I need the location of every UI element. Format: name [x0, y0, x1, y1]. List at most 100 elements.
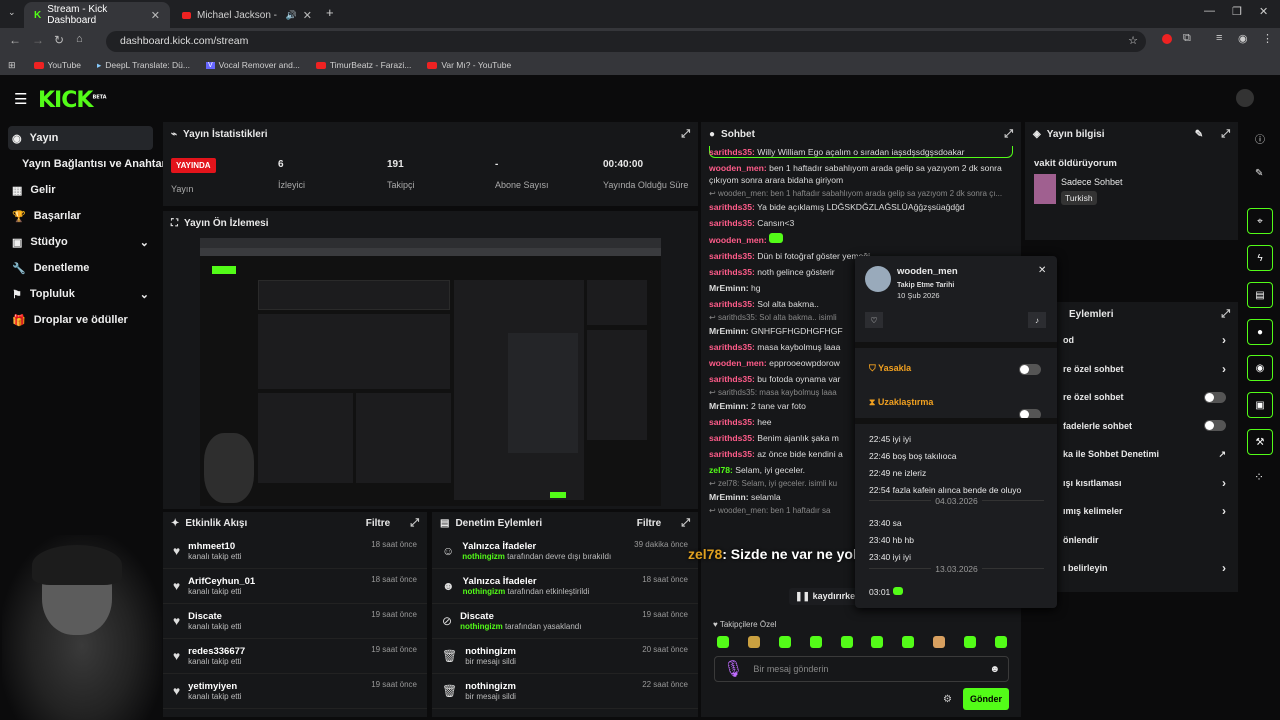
apps-dots-icon[interactable]: ⁘	[1254, 470, 1264, 484]
bookmark-vocal-remover[interactable]: V Vocal Remover and...	[205, 60, 300, 70]
minimize-icon[interactable]: —	[1204, 5, 1215, 17]
activity-username[interactable]: redes336677	[188, 646, 245, 657]
popout-icon[interactable]: ⤢	[1221, 128, 1230, 141]
chat-message[interactable]: sarithds35: Ya bide açıklamış LDĞSKDĞZLA…	[701, 199, 1021, 215]
profile-icon[interactable]: ◉	[1238, 32, 1248, 45]
activity-item[interactable]: ♥ yetimyiyen kanalı takip etti 19 saat ön…	[163, 674, 427, 709]
close-tab-icon[interactable]: ✕	[151, 9, 160, 22]
activity-item[interactable]: ♥ mhmeet10 kanalı takip etti 18 saat önce	[163, 534, 427, 569]
chat-message[interactable]: wooden_men:	[701, 231, 1021, 248]
chat-paused-indicator[interactable]: ❚❚ kaydırırke	[789, 588, 862, 605]
language-tag[interactable]: Turkish	[1061, 191, 1097, 205]
scan-icon[interactable]: ⌖	[1247, 208, 1273, 234]
chat-icon[interactable]: ●	[1247, 319, 1273, 345]
stream-preview-video[interactable]	[200, 238, 661, 506]
sidebar-item-denetleme[interactable]: 🔧 Denetleme	[8, 256, 153, 280]
emote-icon[interactable]	[717, 636, 729, 648]
popout-icon[interactable]: ⤢	[681, 517, 690, 530]
ban-toggle[interactable]	[1019, 364, 1041, 375]
filter-button[interactable]: Filtre	[637, 518, 661, 529]
maximize-icon[interactable]: ❐	[1232, 5, 1242, 18]
external-link-icon[interactable]: ↗	[1218, 449, 1226, 460]
edit-pencil-icon[interactable]: ✎	[1255, 168, 1263, 179]
mod-action-item[interactable]: ☺ Yalnızca İfadeler nothingizm tarafından…	[432, 534, 698, 569]
chat-username[interactable]: wooden_men:	[709, 358, 767, 368]
emote-icon[interactable]	[840, 636, 853, 648]
popout-icon[interactable]: ⤢	[1004, 128, 1013, 141]
mod-action-item[interactable]: 🗑 nothingizm bir mesajı sildi 20 saat ön…	[432, 639, 698, 674]
chat-username[interactable]: sarithds35:	[709, 342, 755, 352]
browser-tab-kick[interactable]: K Stream - Kick Dashboard ✕	[24, 2, 170, 28]
chat-username[interactable]: sarithds35:	[709, 299, 755, 309]
browser-menu-icon[interactable]: ⋮	[1262, 32, 1273, 45]
tab-list-chevron-icon[interactable]: ⌄	[8, 7, 16, 18]
clipboard-icon[interactable]: ▤	[1247, 282, 1273, 308]
chat-message[interactable]: sarithds35: Cansın<3	[701, 215, 1021, 231]
chat-username[interactable]: sarithds35:	[709, 449, 755, 459]
sidebar-item-studyo[interactable]: ▣ Stüdyo ⌄	[8, 230, 153, 254]
sidebar-item-gelir[interactable]: ▦ Gelir	[8, 178, 153, 202]
mod-actor[interactable]: nothingizm	[460, 622, 503, 631]
mod-action-item[interactable]: 🗑 nothingizm bir mesajı sildi 22 saat ön…	[432, 674, 698, 709]
media-control-icon[interactable]: ≡	[1216, 32, 1222, 44]
emote-icon[interactable]	[902, 636, 915, 648]
bookmark-youtube[interactable]: YouTube	[33, 60, 81, 70]
heart-icon[interactable]: ♡	[865, 312, 883, 328]
filter-button[interactable]: Filtre	[366, 518, 390, 529]
kick-logo[interactable]: KICKBETA	[38, 88, 107, 113]
mic-icon[interactable]: 🎙	[723, 659, 743, 679]
extensions-puzzle-icon[interactable]: ⧉	[1183, 32, 1191, 45]
close-icon[interactable]: ✕	[1038, 265, 1046, 276]
chat-username[interactable]: sarithds35:	[709, 374, 755, 384]
emote-icon[interactable]	[778, 636, 791, 648]
hamburger-menu-icon[interactable]: ☰	[14, 90, 27, 108]
chat-username[interactable]: sarithds35:	[709, 202, 755, 212]
forward-icon[interactable]: →	[32, 33, 44, 47]
back-icon[interactable]: ←	[9, 33, 21, 47]
lightning-icon[interactable]: ϟ	[1247, 245, 1273, 271]
sidebar-item-basarilar[interactable]: 🏆 Başarılar	[8, 204, 153, 228]
mod-action-item[interactable]: ☻ Yalnızca İfadeler nothingizm tarafından…	[432, 569, 698, 604]
chat-message[interactable]: wooden_men: ben 1 haftadır sabahlıyom ar…	[701, 160, 1021, 188]
audio-icon[interactable]: 🔊	[286, 10, 297, 21]
chat-username[interactable]: MrEminn:	[709, 326, 749, 336]
activity-username[interactable]: ArifCeyhun_01	[188, 576, 255, 587]
reload-icon[interactable]: ↻	[54, 33, 64, 47]
chat-username[interactable]: MrEminn:	[709, 492, 749, 502]
activity-username[interactable]: Discate	[188, 611, 241, 622]
emote-icon[interactable]	[994, 636, 1007, 648]
edit-icon[interactable]: ✎	[1195, 129, 1203, 140]
home-icon[interactable]: ⌂	[76, 33, 83, 45]
chat-username[interactable]: zel78:	[709, 465, 733, 475]
sidebar-item-stream-key[interactable]: Yayın Bağlantısı ve Anahtarı	[18, 152, 169, 176]
popout-icon[interactable]: ⤢	[1221, 308, 1230, 321]
emote-icon[interactable]	[871, 636, 884, 648]
chat-username[interactable]: wooden_men:	[709, 163, 767, 173]
chat-message[interactable]: sarithds35: Willy William Ego açalım o s…	[701, 144, 1021, 160]
bookmark-star-icon[interactable]: ☆	[1128, 34, 1138, 47]
popout-icon[interactable]: ⤢	[681, 128, 690, 141]
activity-item[interactable]: ♥ Discate kanalı takip etti 19 saat önce	[163, 604, 427, 639]
send-button[interactable]: Gönder	[963, 688, 1009, 710]
activity-item[interactable]: ♥ redes336677 kanalı takip etti 19 saat ö…	[163, 639, 427, 674]
action-toggle[interactable]	[1204, 420, 1226, 432]
panel-icon[interactable]: ▣	[1247, 392, 1273, 418]
info-button-icon[interactable]: ⓘ	[1255, 131, 1265, 146]
extension-icon[interactable]	[1162, 34, 1172, 44]
sidebar-item-topluluk[interactable]: ⚑ Topluluk ⌄	[8, 282, 153, 306]
bookmark-deepl[interactable]: ▸ DeepL Translate: Dü...	[97, 60, 190, 71]
emote-icon[interactable]	[747, 636, 760, 648]
sidebar-item-droplar[interactable]: 🎁 Droplar ve ödüller	[8, 308, 153, 332]
bookmark-timurbeatz[interactable]: TimurBeatz - Farazi...	[315, 60, 411, 70]
chat-settings-icon[interactable]: ⚙	[943, 694, 952, 705]
chat-username[interactable]: sarithds35:	[709, 218, 755, 228]
category-name[interactable]: Sadece Sohbet	[1061, 177, 1123, 187]
apps-grid-icon[interactable]: ⊞	[8, 60, 16, 71]
window-close-icon[interactable]: ✕	[1259, 5, 1268, 18]
emote-icon[interactable]	[809, 636, 822, 648]
mic-off-icon[interactable]: ♪	[1028, 312, 1046, 328]
close-tab-icon[interactable]: ✕	[303, 9, 312, 22]
action-toggle[interactable]	[1204, 391, 1226, 403]
mod-action-item[interactable]: ⊘ Discate nothingizm tarafından yasakland…	[432, 604, 698, 639]
chat-username[interactable]: sarithds35:	[709, 267, 755, 277]
